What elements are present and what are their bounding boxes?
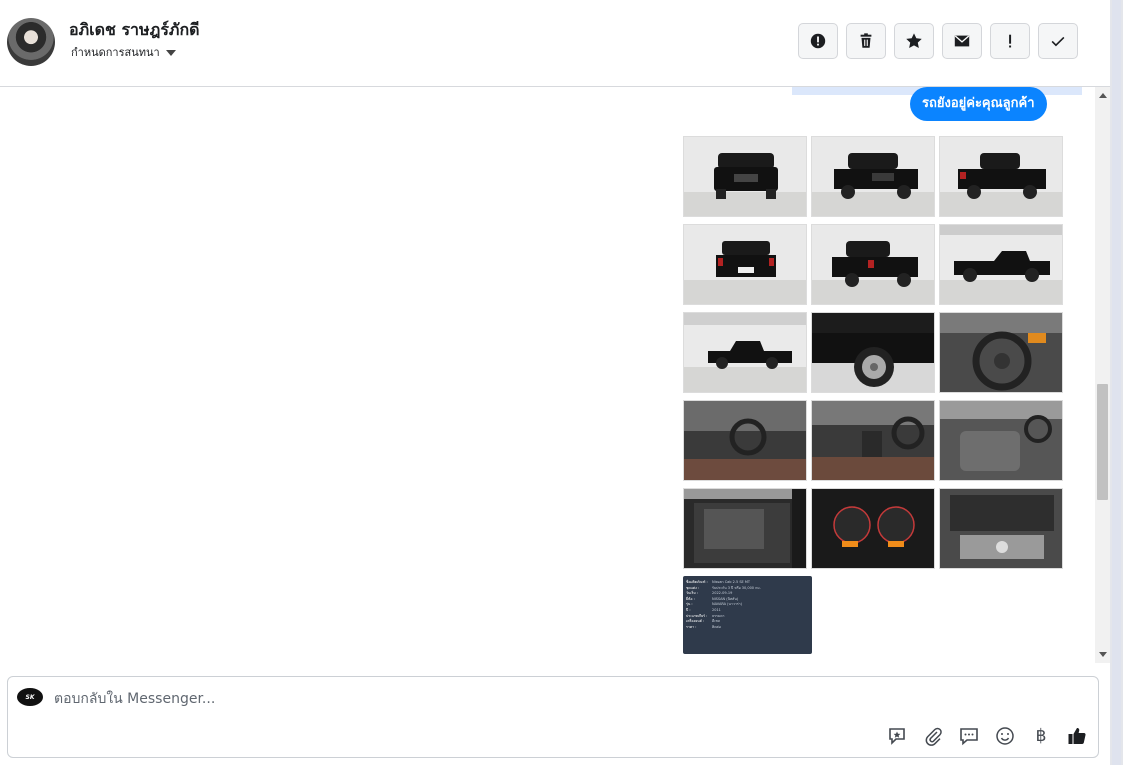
- quick-replies-button[interactable]: [958, 725, 980, 747]
- assign-conversation-dropdown[interactable]: กำหนดการสนทนา: [71, 43, 176, 61]
- car-rear-angle-image: [940, 137, 1062, 216]
- car-rear-image: [684, 225, 806, 304]
- spec-key: ราคา :: [686, 624, 697, 629]
- sent-message-bubble[interactable]: รถยังอยู่ค่ะคุณลูกค้า: [910, 87, 1047, 121]
- contact-name[interactable]: อภิเดช ราษฎร์ภักดี: [69, 18, 200, 43]
- photo-car-side-left[interactable]: [683, 312, 807, 393]
- door-panel-image: [684, 489, 806, 568]
- attachment-icon: [925, 727, 942, 746]
- conversation-actions: [798, 23, 1078, 59]
- mark-unread-button[interactable]: [942, 23, 982, 59]
- photo-car-center-console[interactable]: [811, 400, 935, 481]
- delete-button[interactable]: [846, 23, 886, 59]
- photo-car-rear-three-quarter[interactable]: [939, 136, 1063, 217]
- priority-button[interactable]: [990, 23, 1030, 59]
- center-console-image: [812, 401, 934, 480]
- photo-car-steering-wheel[interactable]: [939, 312, 1063, 393]
- attachment-button[interactable]: [922, 725, 944, 747]
- steering-wheel-image: [940, 313, 1062, 392]
- page-avatar: SK: [17, 688, 43, 706]
- saved-reply-icon: [889, 728, 905, 745]
- envelope-icon: [954, 35, 970, 47]
- spec-value: ติดต่อ: [712, 624, 721, 629]
- scroll-up-arrow-icon[interactable]: [1099, 93, 1107, 98]
- photo-car-rear-three-quarter-left[interactable]: [811, 224, 935, 305]
- thread-scrollbar-thumb[interactable]: [1097, 384, 1108, 500]
- photo-car-side-right[interactable]: [939, 224, 1063, 305]
- photo-car-dashboard-left[interactable]: [683, 400, 807, 481]
- car-wheel-image: [812, 313, 934, 392]
- like-button[interactable]: [1066, 725, 1088, 747]
- engine-bay-image: [940, 489, 1062, 568]
- contact-avatar[interactable]: [7, 18, 55, 66]
- composer-toolbar: ฿: [886, 725, 1088, 747]
- payment-button[interactable]: ฿: [1030, 725, 1052, 747]
- message-thread[interactable]: รถยังอยู่ค่ะคุณลูกค้า ชื่อผลิตภัณฑ์: Ni…: [0, 87, 1095, 663]
- trash-icon: [860, 33, 872, 48]
- car-rear-left-image: [812, 225, 934, 304]
- gauge-cluster-image: [812, 489, 934, 568]
- chat-bubbles-icon: [960, 728, 978, 746]
- thread-scrollbar[interactable]: [1095, 87, 1110, 663]
- dashboard-image: [684, 401, 806, 480]
- star-button[interactable]: [894, 23, 934, 59]
- rear-seats-image: [940, 401, 1062, 480]
- photo-car-wheel-closeup[interactable]: [811, 312, 935, 393]
- exclamation-icon: [1009, 34, 1012, 48]
- inbox-conversation-panel: อภิเดช ราษฎร์ภักดี กำหนดการสนทนา รถยังอย…: [0, 0, 1110, 765]
- thumbs-up-icon: [1068, 728, 1086, 744]
- caret-down-icon: [165, 50, 176, 56]
- conversation-header: อภิเดช ราษฎร์ภักดี กำหนดการสนทนา: [0, 0, 1110, 87]
- spec-row: ราคา : ติดต่อ: [686, 625, 809, 631]
- car-front-angle-image: [812, 137, 934, 216]
- photo-car-engine-bay[interactable]: [939, 488, 1063, 569]
- check-icon: [1051, 36, 1065, 47]
- photo-car-front-view[interactable]: [683, 136, 807, 217]
- page-scrollbar-thumb[interactable]: [1112, 0, 1121, 765]
- baht-icon: ฿: [1035, 726, 1047, 746]
- scroll-down-arrow-icon[interactable]: [1099, 652, 1107, 657]
- alert-circle-icon: [810, 33, 826, 49]
- photo-car-door-panel[interactable]: [683, 488, 807, 569]
- spam-button[interactable]: [798, 23, 838, 59]
- emoji-icon: [996, 727, 1014, 745]
- car-side-left-image: [684, 313, 806, 392]
- page-scrollbar[interactable]: [1110, 0, 1123, 765]
- reply-input[interactable]: [54, 687, 854, 711]
- photo-car-front-three-quarter[interactable]: [811, 136, 935, 217]
- photo-car-gauge-cluster[interactable]: [811, 488, 935, 569]
- spec-rows: ชื่อผลิตภัณฑ์ : Nissan Cab 2.5 SE MT ชุดแต…: [686, 580, 809, 630]
- reply-composer: SK ฿: [7, 676, 1099, 758]
- photo-car-rear-seats[interactable]: [939, 400, 1063, 481]
- saved-reply-button[interactable]: [886, 725, 908, 747]
- assign-conversation-label: กำหนดการสนทนา: [71, 46, 160, 59]
- photo-car-rear-view[interactable]: [683, 224, 807, 305]
- emoji-button[interactable]: [994, 725, 1016, 747]
- car-front-image: [684, 137, 806, 216]
- vehicle-spec-card-image[interactable]: ชื่อผลิตภัณฑ์ : Nissan Cab 2.5 SE MT ชุดแต…: [683, 576, 812, 654]
- star-icon: [906, 33, 922, 49]
- car-side-right-image: [940, 225, 1062, 304]
- done-button[interactable]: [1038, 23, 1078, 59]
